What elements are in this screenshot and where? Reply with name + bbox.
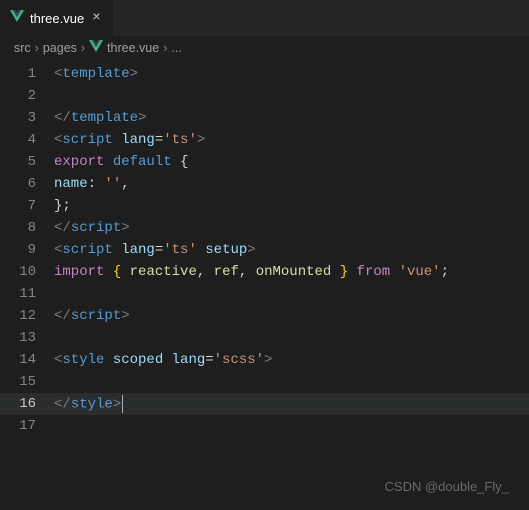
- line-number: 3: [0, 110, 54, 126]
- line-number: 10: [0, 264, 54, 280]
- code-line[interactable]: 15: [0, 371, 529, 393]
- line-number: 12: [0, 308, 54, 324]
- line-number: 6: [0, 176, 54, 192]
- code-line[interactable]: 6name: '',: [0, 173, 529, 195]
- code-line[interactable]: 16</style>: [0, 393, 529, 415]
- code-line[interactable]: 1<template>: [0, 63, 529, 85]
- code-line[interactable]: 12</script>: [0, 305, 529, 327]
- line-number: 1: [0, 66, 54, 82]
- line-number: 8: [0, 220, 54, 236]
- code-line[interactable]: 10import { reactive, ref, onMounted } fr…: [0, 261, 529, 283]
- watermark: CSDN @double_Fly_: [385, 479, 509, 494]
- line-number: 2: [0, 88, 54, 104]
- code-line[interactable]: 11: [0, 283, 529, 305]
- cursor-icon: [122, 395, 123, 413]
- line-number: 5: [0, 154, 54, 170]
- tab-three-vue[interactable]: three.vue ×: [0, 0, 114, 36]
- tab-label: three.vue: [30, 11, 84, 26]
- line-number: 4: [0, 132, 54, 148]
- code-line[interactable]: 8</script>: [0, 217, 529, 239]
- breadcrumb-item[interactable]: three.vue: [107, 41, 159, 55]
- line-number: 16: [0, 396, 54, 412]
- code-line[interactable]: 7};: [0, 195, 529, 217]
- code-line[interactable]: 17: [0, 415, 529, 437]
- vue-file-icon: [89, 40, 103, 55]
- code-line[interactable]: 4<script lang='ts'>: [0, 129, 529, 151]
- line-number: 17: [0, 418, 54, 434]
- code-line[interactable]: 9<script lang='ts' setup>: [0, 239, 529, 261]
- close-icon[interactable]: ×: [90, 10, 102, 26]
- chevron-right-icon: ›: [35, 41, 39, 55]
- chevron-right-icon: ›: [81, 41, 85, 55]
- code-line[interactable]: 14<style scoped lang='scss'>: [0, 349, 529, 371]
- chevron-right-icon: ›: [163, 41, 167, 55]
- code-line[interactable]: 13: [0, 327, 529, 349]
- line-number: 9: [0, 242, 54, 258]
- breadcrumb-item[interactable]: src: [14, 41, 31, 55]
- code-line[interactable]: 2: [0, 85, 529, 107]
- breadcrumb-item[interactable]: ...: [171, 41, 181, 55]
- tab-bar: three.vue ×: [0, 0, 529, 36]
- line-number: 11: [0, 286, 54, 302]
- code-line[interactable]: 5export default {: [0, 151, 529, 173]
- line-number: 14: [0, 352, 54, 368]
- breadcrumb-item[interactable]: pages: [43, 41, 77, 55]
- vue-file-icon: [10, 10, 24, 27]
- code-editor[interactable]: 1<template> 2 3</template> 4<script lang…: [0, 59, 529, 437]
- line-number: 15: [0, 374, 54, 390]
- line-number: 7: [0, 198, 54, 214]
- line-number: 13: [0, 330, 54, 346]
- code-line[interactable]: 3</template>: [0, 107, 529, 129]
- breadcrumb[interactable]: src › pages › three.vue › ...: [0, 36, 529, 59]
